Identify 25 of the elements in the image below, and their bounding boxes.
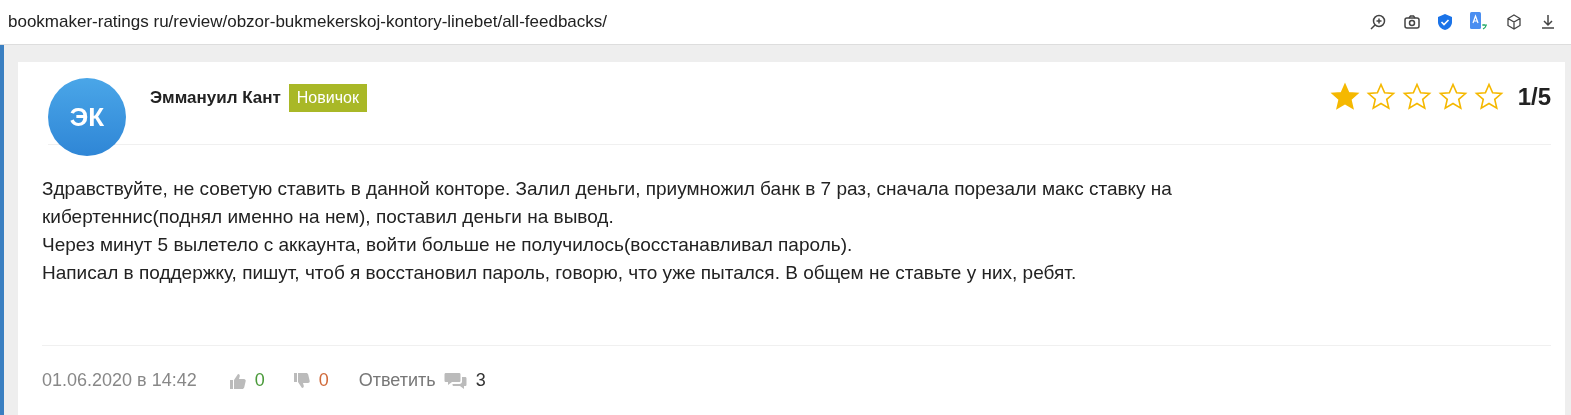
rating-score: 1/5 [1517,83,1551,111]
reply-link[interactable]: Ответить [358,370,436,391]
avatar: ЭК [48,78,126,156]
shield-icon[interactable] [1437,13,1453,31]
zoom-in-icon[interactable] [1369,13,1387,31]
star-icon [1473,82,1504,112]
review-paragraph: Через минут 5 вылетело с аккаунта, войти больше не получилось(восстанавливал пароль). [42,233,854,257]
star-icon [1329,82,1360,112]
likes-count: 0 [254,370,265,391]
star-icon [1437,82,1468,112]
address-url[interactable]: bookmaker-ratings ru/review/obzor-bukmekerskoj-kontory-linebet/all-feedbacks/ [8,12,1369,32]
comments-count: 3 [475,370,486,391]
rank-badge: Новичок [288,84,367,112]
cube-icon[interactable] [1505,13,1523,31]
review-paragraph: Написал в поддержку, пишут, чтоб я восстановил пароль, говорю, что уже пытался. В общем не ставьте у них, ребят. [42,261,1078,285]
author-name[interactable]: Эммануил Кант [150,88,281,108]
review-date: 01.06.2020 в 14:42 [42,370,197,391]
star-icon [1365,82,1396,112]
thumbs-up-icon[interactable] [228,371,247,390]
review-paragraph: Здравствуйте, не советую ставить в данной конторе. Залил деньги, приумножил банк в 7 раз, сначала порезали макс ставку на кибертеннис(поднял именно на нем), поставил деньги на вывод. [42,177,1173,229]
dislikes-count: 0 [318,370,329,391]
star-icon [1401,82,1432,112]
download-icon[interactable] [1539,13,1557,31]
camera-icon[interactable] [1403,13,1421,31]
thumbs-down-icon[interactable] [292,371,311,390]
